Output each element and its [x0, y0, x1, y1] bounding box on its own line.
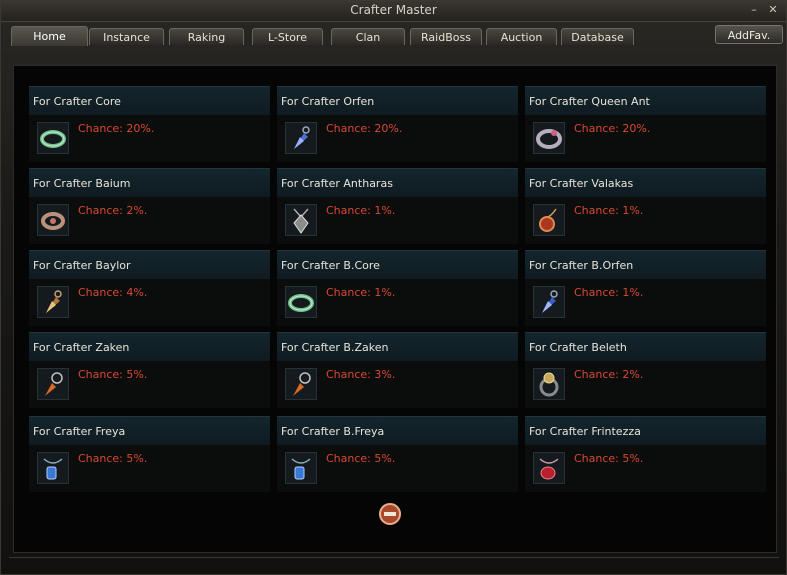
item-card[interactable]: For Crafter B.Orfen Chance: 1%.	[525, 250, 766, 326]
tab-raidboss[interactable]: RaidBoss	[410, 28, 482, 45]
chance-text: Chance: 5%.	[78, 368, 148, 381]
item-body: Chance: 3%.	[277, 361, 518, 408]
item-body: Chance: 1%.	[525, 279, 766, 326]
chance-text: Chance: 1%.	[574, 286, 644, 299]
item-card[interactable]: For Crafter Orfen Chance: 20%.	[277, 86, 518, 162]
items-panel: For Crafter Core Chance: 20%. For Crafte…	[13, 65, 777, 553]
title-bar[interactable]: Crafter Master – ✕	[1, 1, 786, 22]
item-card[interactable]: For Crafter Queen Ant Chance: 20%.	[525, 86, 766, 162]
page-toggle-button[interactable]	[378, 502, 402, 526]
chance-text: Chance: 20%.	[326, 122, 403, 135]
item-card[interactable]: For Crafter Core Chance: 20%.	[29, 86, 270, 162]
earring-icon[interactable]	[285, 122, 317, 154]
earring-icon[interactable]	[533, 286, 565, 318]
earring-icon[interactable]	[37, 368, 69, 400]
chance-text: Chance: 2%.	[78, 204, 148, 217]
crafter-master-window: Crafter Master – ✕ Home Instance Raking …	[0, 0, 787, 575]
item-title: For Crafter Antharas	[277, 168, 518, 197]
chance-text: Chance: 5%.	[574, 452, 644, 465]
earring-icon[interactable]	[285, 368, 317, 400]
belt-icon[interactable]	[285, 286, 317, 318]
item-card[interactable]: For Crafter Frintezza Chance: 5%.	[525, 416, 766, 492]
item-title: For Crafter Core	[29, 86, 270, 115]
item-body: Chance: 20%.	[525, 115, 766, 162]
item-card[interactable]: For Crafter Antharas Chance: 1%.	[277, 168, 518, 244]
item-card[interactable]: For Crafter Baylor Chance: 4%.	[29, 250, 270, 326]
item-title: For Crafter Baylor	[29, 250, 270, 279]
item-title: For Crafter B.Zaken	[277, 332, 518, 361]
chance-text: Chance: 4%.	[78, 286, 148, 299]
item-body: Chance: 5%.	[29, 445, 270, 492]
item-body: Chance: 1%.	[277, 279, 518, 326]
chance-text: Chance: 1%.	[574, 204, 644, 217]
item-card[interactable]: For Crafter B.Zaken Chance: 3%.	[277, 332, 518, 408]
item-card[interactable]: For Crafter B.Freya Chance: 5%.	[277, 416, 518, 492]
item-title: For Crafter Baium	[29, 168, 270, 197]
tab-raking[interactable]: Raking	[169, 28, 244, 45]
earring-icon[interactable]	[37, 286, 69, 318]
close-icon[interactable]: ✕	[766, 3, 780, 17]
chance-text: Chance: 2%.	[574, 368, 644, 381]
window-bottom-border	[9, 557, 779, 558]
item-title: For Crafter Freya	[29, 416, 270, 445]
item-title: For Crafter B.Orfen	[525, 250, 766, 279]
necklace-icon[interactable]	[37, 452, 69, 484]
item-body: Chance: 2%.	[29, 197, 270, 244]
chance-text: Chance: 5%.	[326, 452, 396, 465]
belt-icon[interactable]	[37, 122, 69, 154]
necklace-icon[interactable]	[533, 452, 565, 484]
item-title: For Crafter Queen Ant	[525, 86, 766, 115]
add-favorite-button[interactable]: AddFav.	[715, 25, 783, 44]
ring-icon[interactable]	[533, 368, 565, 400]
item-card[interactable]: For Crafter Valakas Chance: 1%.	[525, 168, 766, 244]
tab-l-store[interactable]: L-Store	[252, 28, 323, 45]
chance-text: Chance: 5%.	[78, 452, 148, 465]
tab-home[interactable]: Home	[11, 26, 88, 46]
item-body: Chance: 4%.	[29, 279, 270, 326]
item-card[interactable]: For Crafter Freya Chance: 5%.	[29, 416, 270, 492]
item-body: Chance: 20%.	[29, 115, 270, 162]
ring-icon[interactable]	[37, 204, 69, 236]
minus-icon	[379, 503, 401, 525]
chance-text: Chance: 1%.	[326, 204, 396, 217]
tab-database[interactable]: Database	[561, 28, 634, 45]
item-body: Chance: 2%.	[525, 361, 766, 408]
minimize-icon[interactable]: –	[747, 3, 761, 17]
tab-auction[interactable]: Auction	[486, 28, 557, 45]
item-title: For Crafter Zaken	[29, 332, 270, 361]
chance-text: Chance: 3%.	[326, 368, 396, 381]
necklace-icon[interactable]	[285, 204, 317, 236]
item-body: Chance: 5%.	[525, 445, 766, 492]
item-title: For Crafter Orfen	[277, 86, 518, 115]
item-card[interactable]: For Crafter Zaken Chance: 5%.	[29, 332, 270, 408]
item-body: Chance: 5%.	[29, 361, 270, 408]
ring-icon[interactable]	[533, 122, 565, 154]
necklace-icon[interactable]	[285, 452, 317, 484]
tab-clan[interactable]: Clan	[331, 28, 405, 45]
necklace-icon[interactable]	[533, 204, 565, 236]
item-title: For Crafter Beleth	[525, 332, 766, 361]
item-card[interactable]: For Crafter Baium Chance: 2%.	[29, 168, 270, 244]
chance-text: Chance: 1%.	[326, 286, 396, 299]
item-title: For Crafter B.Freya	[277, 416, 518, 445]
item-body: Chance: 1%.	[277, 197, 518, 244]
chance-text: Chance: 20%.	[78, 122, 155, 135]
chance-text: Chance: 20%.	[574, 122, 651, 135]
item-body: Chance: 1%.	[525, 197, 766, 244]
window-title: Crafter Master	[350, 3, 437, 17]
item-title: For Crafter Frintezza	[525, 416, 766, 445]
item-title: For Crafter B.Core	[277, 250, 518, 279]
item-body: Chance: 5%.	[277, 445, 518, 492]
item-body: Chance: 20%.	[277, 115, 518, 162]
item-title: For Crafter Valakas	[525, 168, 766, 197]
item-card[interactable]: For Crafter B.Core Chance: 1%.	[277, 250, 518, 326]
item-card[interactable]: For Crafter Beleth Chance: 2%.	[525, 332, 766, 408]
tab-instance[interactable]: Instance	[89, 28, 164, 45]
